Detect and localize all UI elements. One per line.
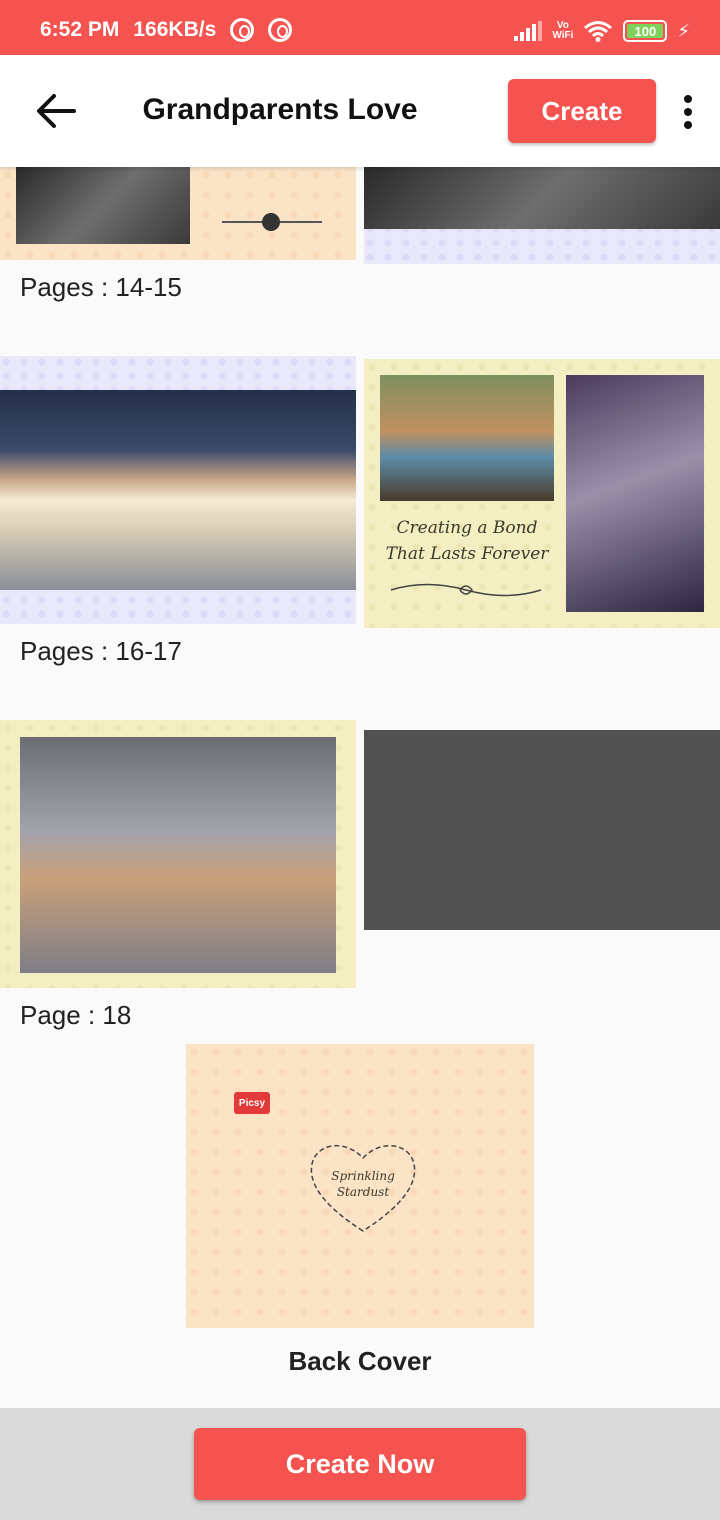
create-now-button[interactable]: Create Now <box>194 1428 526 1500</box>
create-button[interactable]: Create <box>508 79 656 143</box>
status-bar: 6:52 PM 166KB/s Vo WiFi 100 ⚡ <box>0 0 720 55</box>
page-thumbnail-18[interactable] <box>0 720 356 988</box>
page-thumbnail-14[interactable] <box>0 167 356 260</box>
back-cover-label: Back Cover <box>288 1346 432 1376</box>
photo-hands-cane <box>20 737 336 973</box>
photo-elderly-hands <box>364 167 720 229</box>
page-thumbnail-placeholder[interactable] <box>364 730 720 930</box>
more-options-icon[interactable] <box>680 95 696 129</box>
page-thumbnail-15[interactable] <box>364 167 720 264</box>
app-notification-icon <box>230 18 255 42</box>
photo-elderly-man <box>16 167 190 244</box>
vine-ornament <box>390 583 542 597</box>
photo-portrait <box>566 375 704 612</box>
app-bar: Grandparents Love Create <box>0 55 720 167</box>
status-time: 6:52 PM <box>40 18 120 41</box>
brand-logo: Picsy <box>234 1092 270 1114</box>
battery-icon: 100 <box>623 20 668 42</box>
app-notification-icon <box>268 18 293 42</box>
back-cover-thumbnail[interactable]: Picsy Sprinkling Stardust <box>186 1044 534 1328</box>
page-thumbnail-16[interactable] <box>0 356 356 624</box>
photo-bench <box>380 375 554 501</box>
page-label: Pages : 14-15 <box>20 272 182 302</box>
wifi-icon <box>584 21 613 42</box>
bottom-bar: Create Now <box>0 1408 720 1520</box>
vowifi-icon: Vo WiFi <box>552 20 574 41</box>
heart-caption: Sprinkling Stardust <box>331 1169 395 1199</box>
page-label: Pages : 16-17 <box>20 636 182 666</box>
signal-icon <box>514 21 543 41</box>
charging-icon: ⚡ <box>677 20 690 41</box>
network-speed: 166KB/s <box>133 18 217 41</box>
photo-book-reading <box>0 390 356 590</box>
page-label: Page : 18 <box>20 1000 132 1030</box>
page-thumbnail-17[interactable]: Creating a Bond That Lasts Forever <box>364 359 720 628</box>
card-caption: Creating a Bond That Lasts Forever <box>385 518 549 564</box>
button-ornament <box>262 213 280 231</box>
page-title: Grandparents Love <box>142 93 418 126</box>
